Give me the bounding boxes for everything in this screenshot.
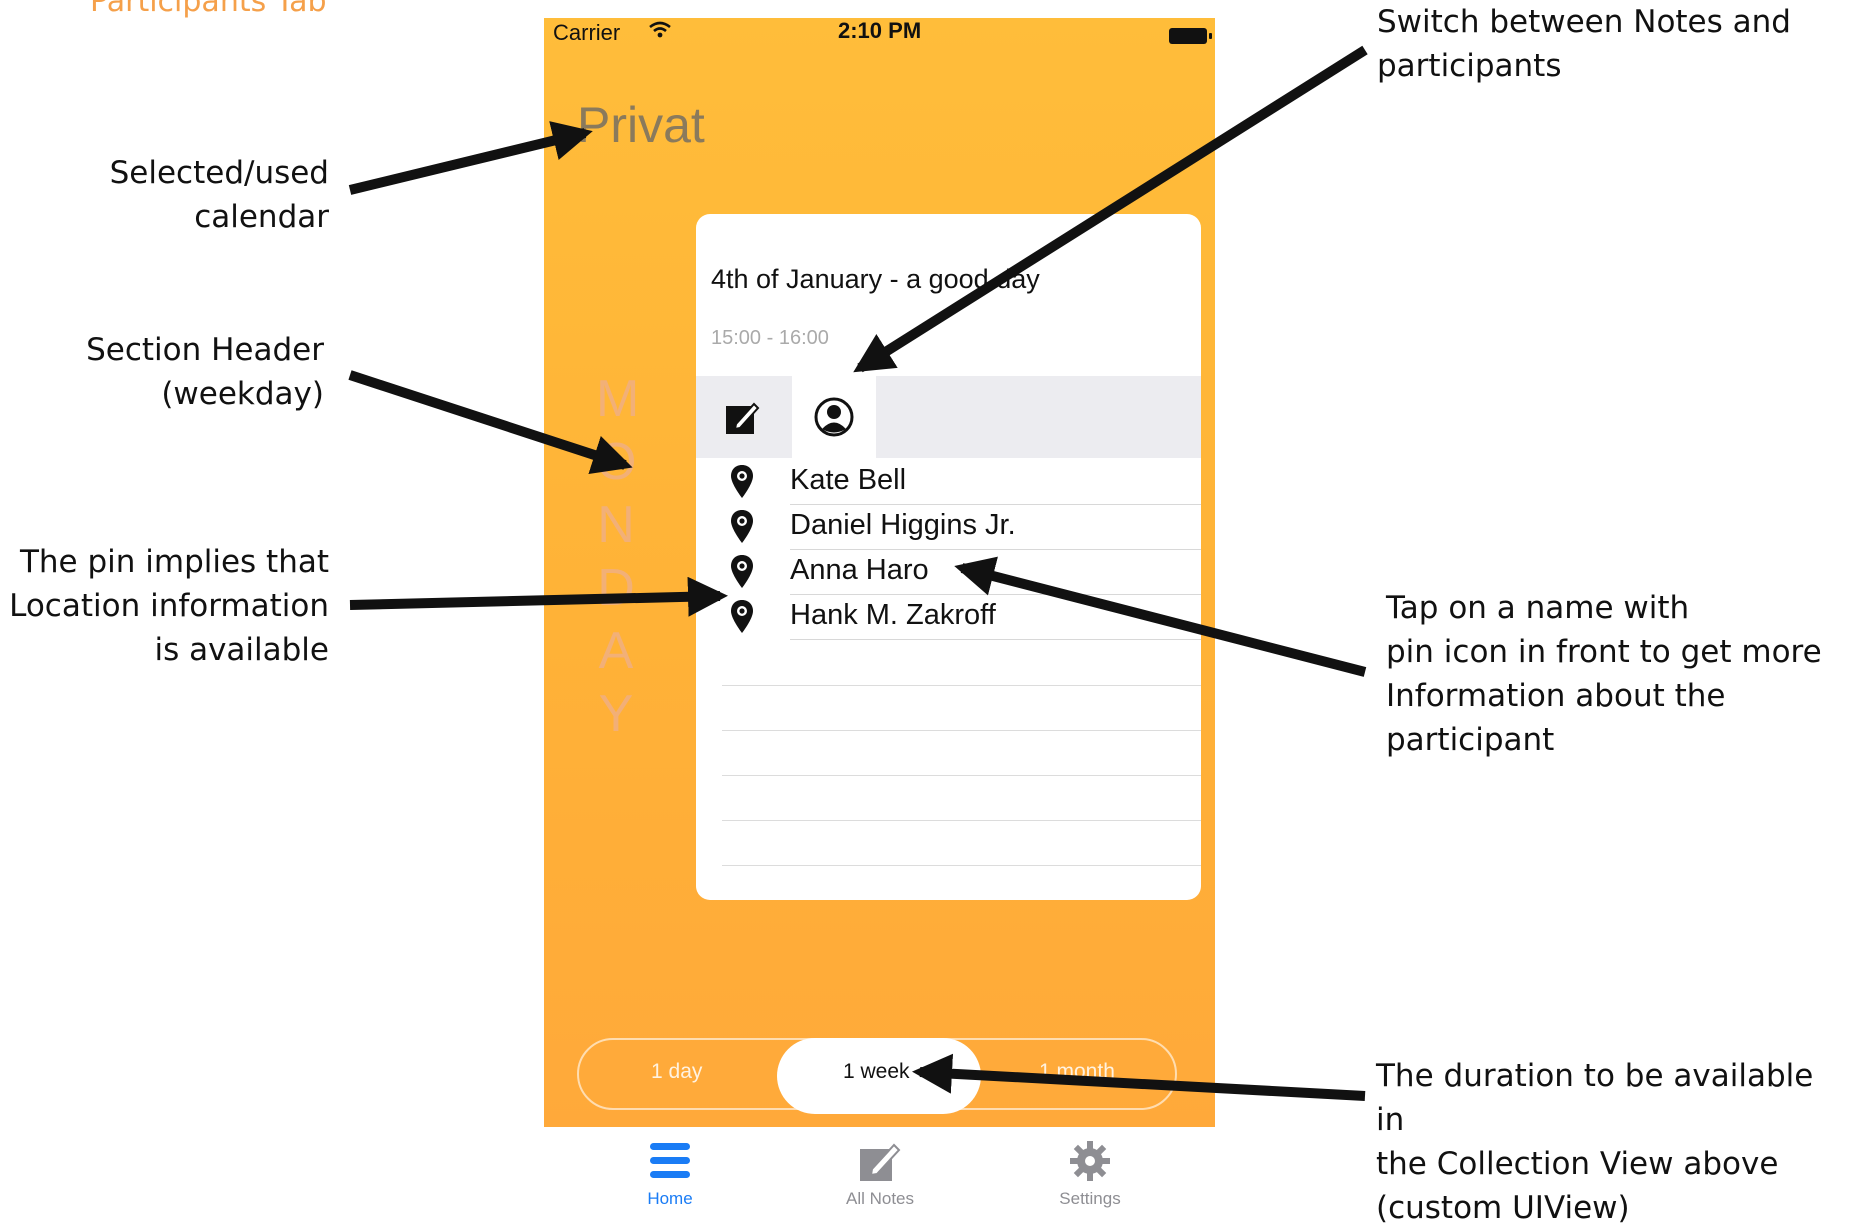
arrow-calendar [348, 121, 593, 195]
arrow-pin [349, 576, 728, 617]
arrow-switch [853, 45, 1368, 373]
arrow-section-header [348, 370, 633, 475]
arrow-tap-name [954, 556, 1367, 677]
annotation-arrows [348, 45, 1368, 1101]
arrow-duration [912, 1053, 1366, 1101]
